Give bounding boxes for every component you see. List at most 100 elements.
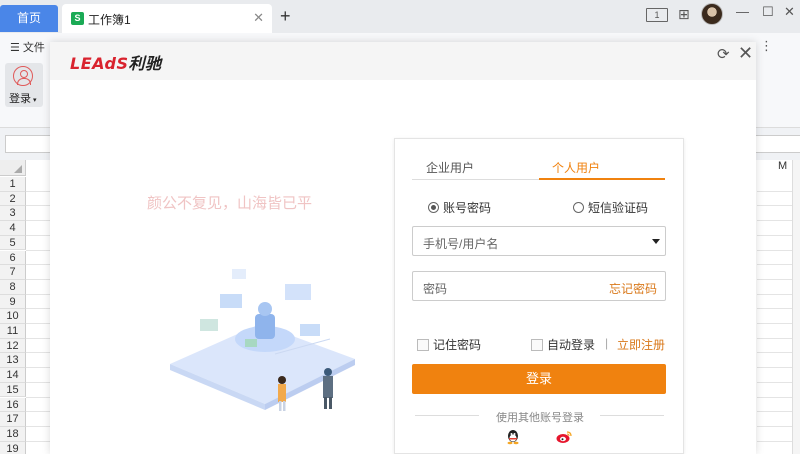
tab-home[interactable]: 首页 [0, 5, 58, 32]
checkbox-icon [417, 339, 429, 351]
grid-line [757, 323, 792, 324]
grid-line [26, 396, 50, 398]
dropdown-arrow-icon[interactable] [652, 239, 660, 244]
row-header[interactable]: 6 [0, 250, 26, 266]
forgot-password-link[interactable]: 忘记密码 [609, 280, 657, 297]
grid-line [26, 293, 50, 295]
refresh-icon[interactable]: ⟳ [717, 45, 730, 63]
plus-icon[interactable]: + [280, 6, 291, 26]
avatar[interactable] [701, 3, 723, 25]
tab-enterprise-user[interactable]: 企业用户 [426, 159, 474, 176]
grid-line [26, 249, 50, 251]
column-header-m[interactable]: M [778, 160, 787, 172]
layout-icon[interactable]: 1 [646, 8, 668, 22]
link-separator: | [605, 336, 609, 350]
dialog-header: LEAdS利驰 ⟳ ✕ [50, 42, 756, 80]
row-header[interactable]: 1 [0, 177, 26, 192]
grid-line [757, 190, 792, 192]
grid-line [26, 367, 50, 369]
remember-password-checkbox[interactable]: 记住密码 [417, 336, 481, 353]
auto-login-checkbox[interactable]: 自动登录 [531, 336, 595, 353]
row-header[interactable]: 16 [0, 397, 26, 413]
username-input[interactable]: 手机号/用户名 [412, 226, 666, 256]
radio-account-password-label: 账号密码 [443, 201, 492, 215]
tab-personal-user[interactable]: 个人用户 [552, 159, 600, 176]
row-header[interactable]: 7 [0, 265, 26, 280]
grid-line [26, 278, 50, 280]
radio-account-password[interactable]: 账号密码 [428, 199, 491, 216]
active-tab-underline [539, 178, 665, 180]
row-header[interactable]: 2 [0, 191, 26, 207]
grid-line [757, 396, 792, 398]
row-header[interactable]: 3 [0, 206, 26, 222]
register-link[interactable]: 立即注册 [617, 336, 665, 353]
weibo-icon[interactable] [556, 430, 572, 444]
tab-workbook[interactable]: S 工作簿1 ✕ [62, 4, 272, 33]
grid-line [757, 249, 792, 251]
grid-line [26, 308, 50, 310]
grid-line [26, 234, 50, 236]
grid-line [26, 425, 50, 427]
grid-line [26, 440, 50, 442]
doc-s-icon: S [71, 12, 84, 25]
grid-line [757, 381, 792, 383]
grid-line [757, 308, 792, 310]
grid-line [757, 234, 792, 236]
grid-line [26, 381, 50, 383]
row-header[interactable]: 5 [0, 235, 26, 251]
maximize-icon[interactable]: ☐ [762, 4, 774, 20]
minimize-icon[interactable]: — [736, 4, 749, 19]
grid-line [757, 264, 792, 266]
row-header[interactable]: 12 [0, 338, 26, 354]
grid-line [757, 440, 792, 442]
close-icon[interactable]: ✕ [253, 10, 264, 26]
grid-line [757, 425, 792, 427]
row-header[interactable]: 11 [0, 324, 26, 339]
radio-sms-code[interactable]: 短信验证码 [573, 199, 648, 216]
row-header[interactable]: 17 [0, 412, 26, 427]
password-input[interactable]: 密码 忘记密码 [412, 271, 666, 301]
auto-login-label: 自动登录 [547, 338, 596, 352]
password-placeholder: 密码 [423, 282, 448, 296]
tab-workbook-label: 工作簿1 [88, 13, 131, 27]
radio-checked-icon [428, 202, 439, 213]
dialog-close-icon[interactable]: ✕ [738, 43, 753, 64]
login-ribbon-label: 登录 [9, 93, 31, 105]
grid-icon[interactable]: ⊞ [678, 6, 690, 28]
username-placeholder: 手机号/用户名 [423, 237, 499, 251]
row-header[interactable]: 10 [0, 309, 26, 324]
grid-line [26, 411, 50, 413]
row-header[interactable]: 8 [0, 279, 26, 295]
select-all-corner[interactable] [0, 160, 26, 176]
radio-unchecked-icon [573, 202, 584, 213]
grid-line [757, 337, 792, 339]
grid-line [26, 190, 50, 192]
watermark-text: 颜公不复见，山海皆已平 [147, 195, 313, 212]
window-close-icon[interactable]: ✕ [784, 4, 795, 20]
user-login-icon [13, 66, 33, 86]
grid-line [757, 220, 792, 222]
row-header[interactable]: 19 [0, 441, 26, 454]
other-accounts-label: 使用其他账号登录 [496, 412, 584, 424]
grid-line [26, 337, 50, 339]
login-ribbon-button[interactable]: 登录 ▾ [5, 63, 43, 107]
grid-line [757, 367, 792, 369]
grid-line [757, 205, 792, 207]
chevron-down-icon: ▾ [31, 97, 37, 104]
grid-line [26, 205, 50, 207]
file-menu[interactable]: ☰ 文件 [10, 39, 45, 55]
file-menu-label: 文件 [22, 42, 45, 54]
title-bar: 首页 S 工作簿1 ✕ + 1 ⊞ — ☐ ✕ [0, 0, 800, 33]
login-dialog: LEAdS利驰 ⟳ ✕ 颜公不复见，山海皆已平 企业用户 个人用户 账号密码 短… [50, 42, 756, 454]
row-header[interactable]: 14 [0, 368, 26, 383]
row-header[interactable]: 13 [0, 353, 26, 369]
qq-icon[interactable] [505, 429, 521, 445]
row-header[interactable]: 4 [0, 221, 26, 236]
login-button[interactable]: 登录 [412, 364, 666, 394]
vertical-scrollbar[interactable] [792, 160, 800, 454]
grid-line [757, 278, 792, 280]
more-icon[interactable]: ⋮ [760, 38, 773, 54]
row-header[interactable]: 15 [0, 382, 26, 398]
row-header[interactable]: 9 [0, 294, 26, 310]
row-header[interactable]: 18 [0, 426, 26, 442]
